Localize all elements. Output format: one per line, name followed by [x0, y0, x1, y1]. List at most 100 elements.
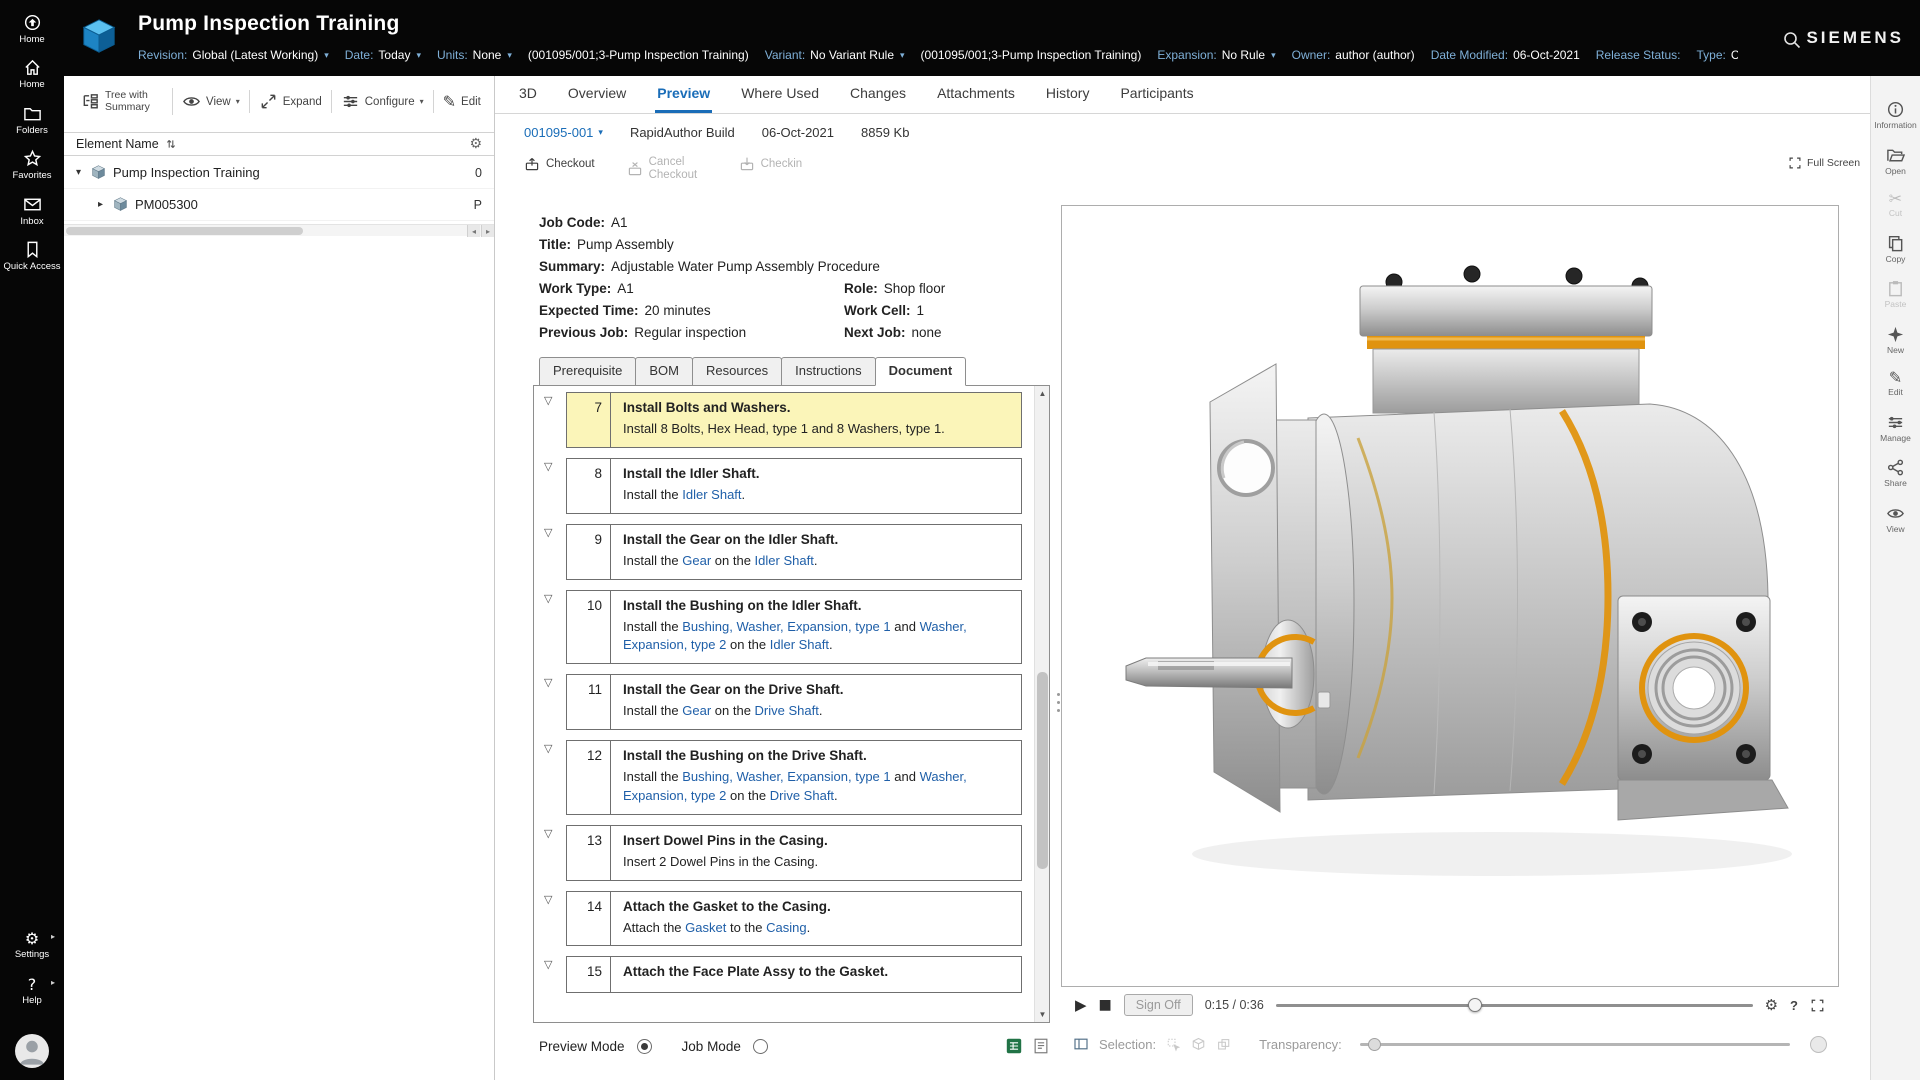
sort-icon[interactable]: [165, 138, 177, 150]
seek-track[interactable]: [1276, 1004, 1753, 1007]
step-marker-icon[interactable]: ▽: [544, 825, 566, 881]
step-part-link[interactable]: Gear: [682, 703, 711, 718]
seek-thumb[interactable]: [1468, 998, 1482, 1012]
search-icon[interactable]: [1782, 30, 1802, 53]
step-marker-icon[interactable]: ▽: [544, 524, 566, 580]
tree-toolbar-tree-with-summary[interactable]: Tree with Summary: [72, 88, 173, 115]
step-marker-icon[interactable]: ▽: [544, 458, 566, 514]
step-box[interactable]: 12Install the Bushing on the Drive Shaft…: [566, 740, 1022, 815]
tab-where-used[interactable]: Where Used: [739, 76, 821, 113]
seek-slider[interactable]: [1276, 997, 1753, 1013]
tree-expander-icon[interactable]: ▾: [76, 167, 90, 178]
sidebar-item-quick-access[interactable]: Quick Access: [0, 237, 64, 274]
tab-3d[interactable]: 3D: [517, 76, 539, 113]
tree-row[interactable]: ▸PM005300P: [64, 189, 494, 221]
step-box[interactable]: 8Install the Idler Shaft.Install the Idl…: [566, 458, 1022, 514]
header-meta-item[interactable]: Expansion:No Rule▾: [1157, 48, 1275, 62]
player-help-icon[interactable]: ?: [1790, 998, 1798, 1013]
tab-participants[interactable]: Participants: [1118, 76, 1195, 113]
command-view[interactable]: View: [1886, 504, 1905, 534]
scrollbar-thumb[interactable]: [66, 227, 303, 235]
command-edit[interactable]: ✎Edit: [1888, 370, 1903, 397]
step-box[interactable]: 14Attach the Gasket to the Casing.Attach…: [566, 891, 1022, 947]
header-meta-item[interactable]: Variant:No Variant Rule▾: [765, 48, 905, 62]
checkin-button[interactable]: Checkin: [739, 156, 803, 172]
tab-changes[interactable]: Changes: [848, 76, 908, 113]
sidebar-item-home[interactable]: Home: [0, 55, 64, 92]
export-spreadsheet-icon[interactable]: [1005, 1037, 1023, 1055]
header-meta-item[interactable]: Units:None▾: [437, 48, 512, 62]
step-marker-icon[interactable]: ▽: [544, 740, 566, 815]
sidebar-item-inbox[interactable]: Inbox: [0, 192, 64, 229]
step-part-link[interactable]: Gear: [682, 553, 711, 568]
step-part-link[interactable]: Gasket: [685, 920, 726, 935]
doc-tab-instructions[interactable]: Instructions: [781, 357, 875, 386]
step-box[interactable]: 13Insert Dowel Pins in the Casing.Insert…: [566, 825, 1022, 881]
step-part-link[interactable]: Bushing, Washer, Expansion, type 1: [682, 619, 890, 634]
opacity-knob[interactable]: [1810, 1036, 1827, 1053]
cancel-checkout-button[interactable]: Cancel Checkout: [627, 156, 707, 182]
tree-expander-icon[interactable]: ▸: [98, 199, 112, 210]
step-marker-icon[interactable]: ▽: [544, 590, 566, 665]
play-button[interactable]: ▶: [1075, 996, 1087, 1014]
select-part-icon[interactable]: [1191, 1037, 1206, 1052]
transparency-thumb[interactable]: [1368, 1038, 1381, 1051]
step-marker-icon[interactable]: ▽: [544, 956, 566, 993]
step-part-link[interactable]: Idler Shaft: [770, 637, 829, 652]
3d-viewer[interactable]: [1061, 205, 1839, 987]
step-marker-icon[interactable]: ▽: [544, 891, 566, 947]
sidebar-item-help[interactable]: ?Help▸: [0, 974, 64, 1008]
step-part-link[interactable]: Casing: [766, 920, 806, 935]
tree-toolbar-configure[interactable]: Configure▾: [332, 90, 434, 113]
doc-tab-document[interactable]: Document: [875, 357, 967, 386]
scroll-up-icon[interactable]: ▲: [1035, 386, 1050, 401]
scroll-left-icon[interactable]: ◂: [467, 225, 480, 237]
tree-toolbar-view[interactable]: View▾: [173, 90, 250, 113]
dataset-id-link[interactable]: 001095-001▾: [524, 125, 603, 140]
doc-tab-bom[interactable]: BOM: [635, 357, 693, 386]
command-open[interactable]: Open: [1885, 146, 1906, 176]
header-meta-item[interactable]: Date:Today▾: [345, 48, 421, 62]
command-share[interactable]: Share: [1884, 458, 1907, 488]
sign-off-button[interactable]: Sign Off: [1124, 994, 1193, 1016]
tree-row[interactable]: ▾Pump Inspection Training0: [64, 157, 494, 189]
tab-attachments[interactable]: Attachments: [935, 76, 1017, 113]
header-meta-item[interactable]: Revision:Global (Latest Working)▾: [138, 48, 329, 62]
step-marker-icon[interactable]: ▽: [544, 392, 566, 448]
full-screen-button[interactable]: Full Screen: [1788, 156, 1860, 170]
transparency-track[interactable]: [1360, 1043, 1790, 1046]
command-manage[interactable]: Manage: [1880, 413, 1911, 443]
doc-tab-resources[interactable]: Resources: [692, 357, 782, 386]
step-box[interactable]: 10Install the Bushing on the Idler Shaft…: [566, 590, 1022, 665]
step-box[interactable]: 15Attach the Face Plate Assy to the Gask…: [566, 956, 1022, 993]
step-marker-icon[interactable]: ▽: [544, 674, 566, 730]
report-icon[interactable]: [1032, 1037, 1050, 1055]
steps-scrollbar[interactable]: ▲ ▼: [1034, 386, 1049, 1022]
step-part-link[interactable]: Drive Shaft: [770, 788, 834, 803]
scrollbar-thumb[interactable]: [1037, 672, 1048, 869]
select-assembly-icon[interactable]: [1216, 1037, 1231, 1052]
scroll-right-icon[interactable]: ▸: [481, 225, 494, 237]
tab-preview[interactable]: Preview: [655, 76, 712, 113]
sidebar-item-favorites[interactable]: Favorites: [0, 146, 64, 183]
tree-horizontal-scrollbar[interactable]: ◂ ▸: [64, 224, 494, 236]
step-box[interactable]: 11Install the Gear on the Drive Shaft.In…: [566, 674, 1022, 730]
tree-toolbar-expand[interactable]: Expand: [250, 90, 332, 113]
player-settings-gear-icon[interactable]: ⚙: [1765, 996, 1778, 1014]
step-part-link[interactable]: Bushing, Washer, Expansion, type 1: [682, 769, 890, 784]
step-box[interactable]: 9Install the Gear on the Idler Shaft.Ins…: [566, 524, 1022, 580]
stop-button[interactable]: ■: [1099, 997, 1112, 1013]
tab-overview[interactable]: Overview: [566, 76, 628, 113]
sidebar-item-folders[interactable]: Folders: [0, 101, 64, 138]
preview-mode-radio[interactable]: [637, 1039, 652, 1054]
player-fullscreen-icon[interactable]: [1810, 998, 1825, 1013]
scroll-down-icon[interactable]: ▼: [1035, 1007, 1050, 1022]
sidebar-item-home[interactable]: Home: [0, 10, 64, 47]
panel-toggle-icon[interactable]: [1073, 1036, 1089, 1052]
sidebar-item-settings[interactable]: ⚙Settings▸: [0, 928, 64, 962]
step-part-link[interactable]: Idler Shaft: [682, 487, 741, 502]
command-copy[interactable]: Copy: [1886, 234, 1906, 264]
select-tool-icon[interactable]: [1166, 1037, 1181, 1052]
command-new[interactable]: New: [1886, 325, 1905, 355]
tab-history[interactable]: History: [1044, 76, 1092, 113]
